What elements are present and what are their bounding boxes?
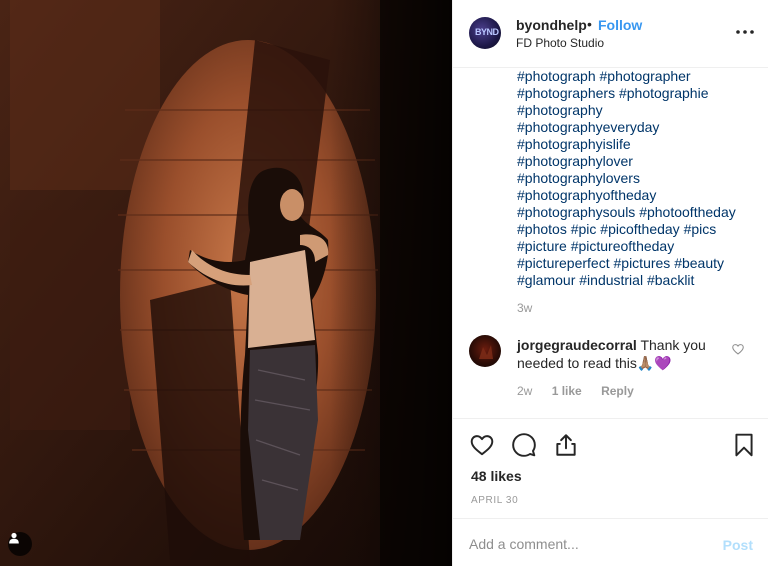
hashtag-line[interactable]: #photography	[517, 102, 753, 119]
heart-icon[interactable]	[469, 432, 495, 458]
separator-dot: •	[587, 16, 592, 32]
comment-avatar[interactable]	[469, 335, 501, 367]
comment-input[interactable]	[469, 533, 709, 555]
tagged-users-button[interactable]	[8, 532, 32, 556]
comment-meta: 2w 1 like Reply	[517, 384, 650, 398]
avatar[interactable]: BYND	[469, 17, 501, 49]
comment-timestamp[interactable]: 2w	[517, 384, 532, 398]
hashtag-line[interactable]: #photographers #photographie	[517, 85, 753, 102]
hashtag-line[interactable]: #photographysouls #photooftheday	[517, 204, 753, 221]
bookmark-icon[interactable]	[731, 432, 757, 458]
follow-button[interactable]: Follow	[598, 17, 642, 33]
comment-likes[interactable]: 1 like	[552, 384, 582, 398]
more-options-icon[interactable]	[733, 24, 757, 40]
post-header: BYND byondhelp • Follow FD Photo Studio	[453, 0, 768, 68]
avatar-text: BYND	[475, 27, 499, 37]
hashtag-line[interactable]: #pictureperfect #pictures #beauty	[517, 255, 753, 272]
caption-timestamp[interactable]: 3w	[517, 301, 532, 315]
hashtag-line[interactable]: #photographyoftheday	[517, 187, 753, 204]
action-bar	[453, 418, 768, 473]
hashtag-line[interactable]: #picture #pictureoftheday	[517, 238, 753, 255]
post-username[interactable]: byondhelp	[516, 17, 587, 33]
comment-avatar-image	[479, 345, 493, 359]
hashtag-line[interactable]: #photograph #photographer	[517, 68, 753, 85]
hashtag-line[interactable]: #photos #pic #picoftheday #pics	[517, 221, 753, 238]
hashtag-line[interactable]: #photographylovers	[517, 170, 753, 187]
post-details-panel: BYND byondhelp • Follow FD Photo Studio …	[452, 0, 768, 566]
comment-text: jorgegraudecorral Thank you needed to re…	[517, 336, 737, 372]
likes-count[interactable]: 48 likes	[471, 468, 522, 484]
post-location[interactable]: FD Photo Studio	[516, 36, 604, 50]
comment-username[interactable]: jorgegraudecorral	[517, 337, 637, 353]
post-caption: #photograph #photographer #photographers…	[517, 68, 753, 289]
share-icon[interactable]	[553, 432, 579, 458]
post-date[interactable]: APRIL 30	[471, 495, 518, 506]
user-icon	[9, 532, 19, 544]
post-comment-button[interactable]: Post	[723, 537, 753, 553]
reply-button[interactable]: Reply	[601, 384, 634, 398]
hashtag-line[interactable]: #photographyislife	[517, 136, 753, 153]
hashtag-line[interactable]: #glamour #industrial #backlit	[517, 272, 753, 289]
post-photo[interactable]	[0, 0, 452, 566]
comment-like-icon[interactable]	[731, 342, 745, 356]
hashtag-line[interactable]: #photographyeveryday	[517, 119, 753, 136]
photo-image	[0, 0, 452, 566]
hashtag-line[interactable]: #photographylover	[517, 153, 753, 170]
add-comment-bar: Post	[453, 518, 768, 566]
comment-icon[interactable]	[511, 432, 537, 458]
